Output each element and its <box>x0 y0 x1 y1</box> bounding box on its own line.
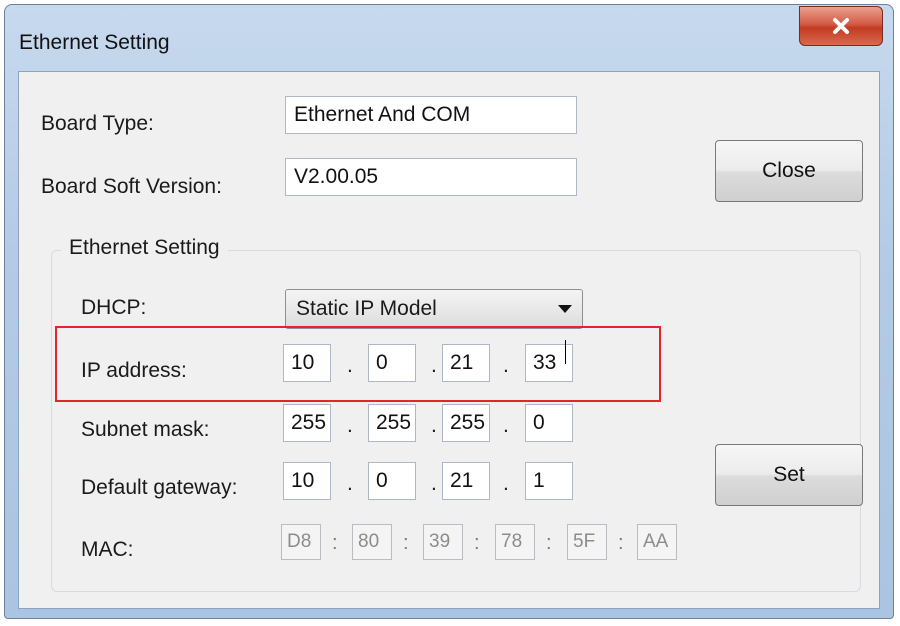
subnet-octet-3[interactable]: 255 <box>442 404 490 442</box>
dhcp-label: DHCP: <box>81 296 147 319</box>
mac-byte-2: 80 <box>352 524 392 560</box>
ethernet-setting-group-caption: Ethernet Setting <box>61 236 228 260</box>
gateway-octet-4[interactable]: 1 <box>525 462 573 500</box>
gateway-separator: . <box>347 472 353 495</box>
close-button[interactable]: Close <box>715 140 863 202</box>
subnet-octet-1[interactable]: 255 <box>283 404 331 442</box>
subnet-separator: . <box>431 414 437 437</box>
window-close-button[interactable] <box>799 6 883 46</box>
board-soft-version-label: Board Soft Version: <box>41 175 222 198</box>
mac-byte-1: D8 <box>281 524 321 560</box>
mac-byte-5: 5F <box>567 524 607 560</box>
mac-byte-4: 78 <box>495 524 535 560</box>
subnet-octet-2[interactable]: 255 <box>368 404 416 442</box>
chevron-down-icon[interactable] <box>558 305 572 313</box>
mac-separator: : <box>403 532 409 554</box>
subnet-octet-4[interactable]: 0 <box>525 404 573 442</box>
subnet-separator: . <box>503 414 509 437</box>
mac-byte-3: 39 <box>423 524 463 560</box>
board-soft-version-field[interactable]: V2.00.05 <box>285 158 577 196</box>
board-type-label: Board Type: <box>41 112 154 135</box>
gateway-octet-1[interactable]: 10 <box>283 462 331 500</box>
dhcp-select[interactable]: Static IP Model <box>285 289 583 329</box>
subnet-separator: . <box>347 414 353 437</box>
ethernet-setting-window: Ethernet Setting Board Type: Ethernet An… <box>4 4 894 619</box>
close-icon <box>833 18 849 34</box>
window-title: Ethernet Setting <box>19 31 170 54</box>
gateway-separator: . <box>503 472 509 495</box>
dhcp-select-value: Static IP Model <box>296 297 437 320</box>
gateway-octet-2[interactable]: 0 <box>368 462 416 500</box>
ip-address-highlight <box>55 326 661 402</box>
mac-label: MAC: <box>81 538 134 561</box>
mac-separator: : <box>332 532 338 554</box>
title-bar[interactable]: Ethernet Setting <box>5 5 893 75</box>
subnet-mask-label: Subnet mask: <box>81 418 210 441</box>
mac-separator: : <box>474 532 480 554</box>
mac-separator: : <box>546 532 552 554</box>
mac-byte-6: AA <box>637 524 677 560</box>
gateway-separator: . <box>431 472 437 495</box>
mac-separator: : <box>618 532 624 554</box>
default-gateway-label: Default gateway: <box>81 476 238 499</box>
set-button[interactable]: Set <box>715 444 863 506</box>
gateway-octet-3[interactable]: 21 <box>442 462 490 500</box>
board-type-field[interactable]: Ethernet And COM <box>285 96 577 134</box>
dialog-body: Board Type: Ethernet And COM Board Soft … <box>18 71 880 609</box>
